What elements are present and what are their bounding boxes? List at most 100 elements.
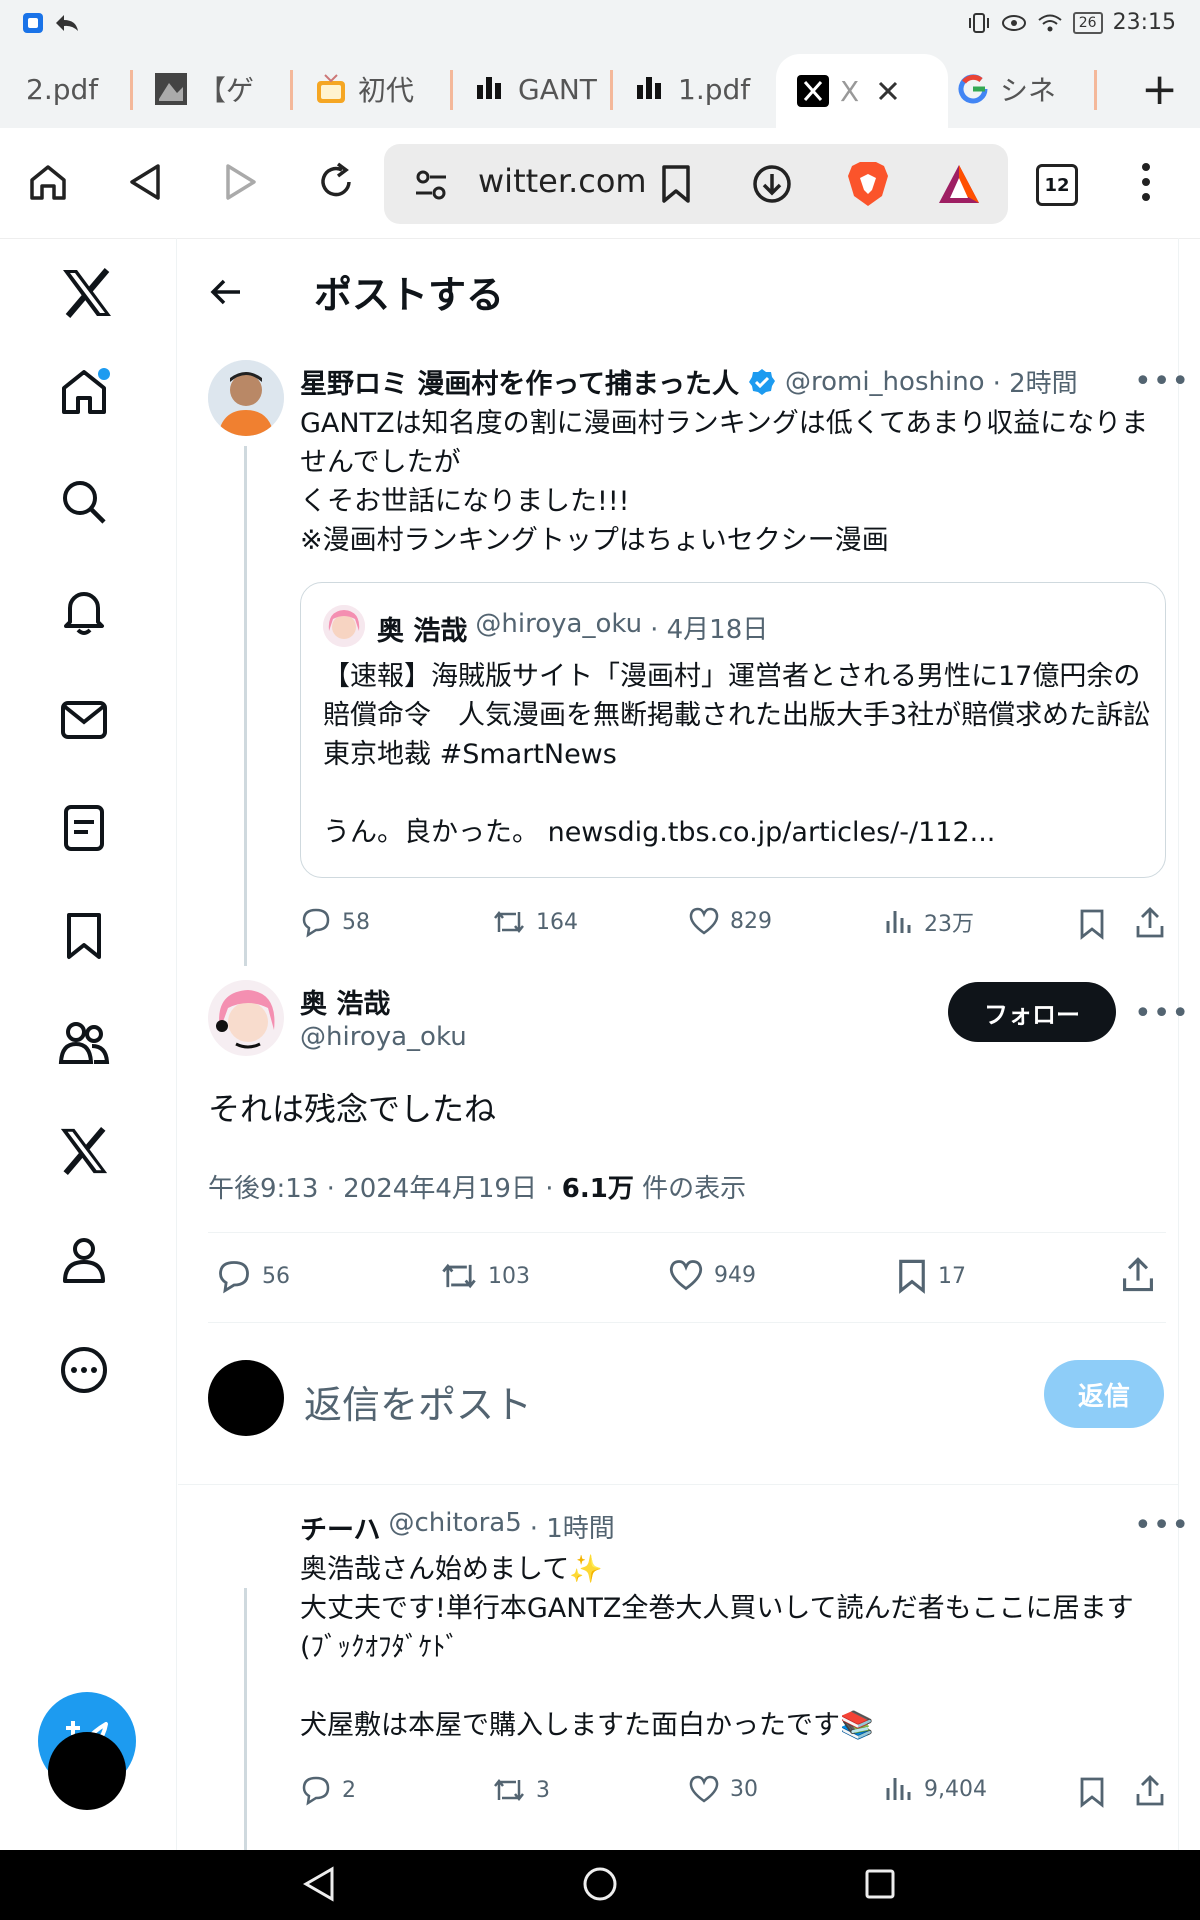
reply-input[interactable]: 返信をポスト [304, 1374, 532, 1429]
bookmark-icon[interactable] [660, 164, 692, 204]
tab-item[interactable]: 2.pdf [26, 50, 126, 128]
repost-action[interactable]: 3 [492, 1774, 550, 1806]
notifications-bell-icon[interactable] [58, 584, 110, 636]
reply-action[interactable]: 58 [300, 906, 370, 938]
avatar[interactable] [208, 980, 284, 1056]
view-count: 6.1万 [561, 1174, 634, 1204]
share-icon[interactable] [1134, 1774, 1166, 1808]
tab-item-active[interactable]: X [776, 54, 948, 128]
tab-item[interactable]: 【ゲ [154, 50, 284, 128]
back-arrow-icon[interactable] [208, 274, 244, 310]
google-icon [956, 72, 990, 106]
repost-action[interactable]: 103 [440, 1258, 530, 1294]
more-circle-icon[interactable] [58, 1344, 110, 1396]
post-text: 奥浩哉さん始めまして✨ 大丈夫です!単行本GANTZ全巻大人買いして読んだ者もこ… [300, 1554, 1134, 1741]
nav-home-icon[interactable] [582, 1866, 618, 1902]
bars-icon [474, 72, 508, 106]
thread-connector [244, 1588, 247, 1850]
post-text: それは残念でしたね [208, 1090, 497, 1128]
image-icon [154, 72, 188, 106]
quote-author-handle: @hiroya_oku [475, 609, 643, 639]
forward-icon[interactable] [220, 162, 260, 202]
post-timestamp[interactable]: 午後9:13 · 2024年4月19日 · [208, 1174, 562, 1204]
lists-icon[interactable] [58, 802, 110, 854]
post-detail-column: ポストする 星野ロミ 漫画村を作って捕まった人 @romi_hoshino · … [178, 238, 1189, 1850]
new-tab-button[interactable]: + [1141, 64, 1178, 115]
share-icon[interactable] [1120, 1256, 1156, 1294]
tab-switcher-button[interactable]: 12 [1036, 164, 1078, 206]
site-settings-icon[interactable] [414, 168, 448, 202]
views-action[interactable]: 23万 [884, 906, 974, 938]
tab-strip: 2.pdf 【ゲ 初代 GANT 1.pdf X シネ + [0, 50, 1200, 128]
home-icon[interactable] [58, 366, 110, 418]
brave-shield-icon[interactable] [846, 160, 890, 208]
brave-rewards-icon[interactable] [936, 162, 982, 206]
nav-recents-icon[interactable] [864, 1868, 896, 1900]
repost-count: 103 [488, 1263, 530, 1289]
share-icon[interactable] [1134, 906, 1166, 940]
messages-mail-icon[interactable] [58, 694, 110, 746]
repost-action[interactable]: 164 [492, 906, 578, 938]
author-handle[interactable]: @hiroya_oku [300, 1022, 467, 1052]
home-icon[interactable] [28, 162, 68, 202]
bookmark-icon[interactable] [1078, 908, 1106, 940]
menu-dots-icon[interactable] [1140, 162, 1152, 202]
reply-count: 58 [342, 909, 370, 935]
tab-item[interactable]: GANT [474, 50, 604, 128]
reply-submit-button[interactable]: 返信 [1044, 1360, 1164, 1428]
profile-icon[interactable] [58, 1234, 110, 1286]
views-action[interactable]: 9,404 [884, 1774, 987, 1804]
search-icon[interactable] [58, 476, 110, 528]
author-name[interactable]: 奥 浩哉 [300, 982, 390, 1021]
quote-time: · 4月18日 [650, 615, 769, 645]
like-action[interactable]: 829 [688, 906, 772, 936]
avatar[interactable] [208, 360, 284, 436]
more-options-icon[interactable]: ••• [1134, 1508, 1190, 1543]
more-options-icon[interactable]: ••• [1134, 364, 1190, 399]
x-logo-icon[interactable] [60, 268, 114, 318]
back-icon[interactable] [126, 162, 166, 202]
reload-icon[interactable] [316, 162, 356, 202]
author-name[interactable]: 星野ロミ 漫画村を作って捕まった人 [300, 362, 739, 401]
tab-item[interactable]: 1.pdf [634, 50, 764, 128]
repost-icon [440, 1258, 478, 1294]
premium-x-icon[interactable] [58, 1126, 110, 1176]
reply-icon [300, 1774, 332, 1806]
reply-icon [300, 906, 332, 938]
reply-action[interactable]: 2 [300, 1774, 356, 1806]
communities-icon[interactable] [58, 1018, 110, 1070]
like-action[interactable]: 949 [668, 1258, 756, 1292]
bookmark-action[interactable]: 17 [896, 1258, 966, 1294]
back-gesture-icon [54, 12, 80, 34]
like-action[interactable]: 30 [688, 1774, 758, 1804]
quote-author-name: 奥 浩哉 [377, 616, 468, 647]
tab-item[interactable]: 初代 [314, 50, 444, 128]
author-handle[interactable]: @romi_hoshino [785, 367, 985, 397]
author-name[interactable]: チーハ [300, 1508, 380, 1547]
tab-label: GANT [518, 72, 597, 106]
nav-back-icon[interactable] [302, 1866, 336, 1902]
repost-icon [492, 1774, 526, 1806]
verified-badge-icon [747, 367, 777, 397]
views-label: 件の表示 [633, 1174, 747, 1204]
bookmark-icon [896, 1258, 928, 1294]
address-bar[interactable]: witter.com [384, 144, 1008, 224]
more-options-icon[interactable]: ••• [1134, 996, 1190, 1031]
post-time[interactable]: · 1時間 [530, 1508, 615, 1547]
close-icon[interactable] [877, 80, 899, 102]
author-handle[interactable]: @chitora5 [388, 1508, 521, 1547]
post-time[interactable]: · 2時間 [993, 363, 1078, 400]
account-avatar[interactable] [48, 1732, 126, 1810]
like-count: 829 [730, 908, 772, 934]
post-meta: 午後9:13 · 2024年4月19日 · 6.1万 件の表示 [208, 1168, 746, 1205]
quote-text: 【速報】海賊版サイト「漫画村」運営者とされる男性に17億円余の賠償命令 人気漫画… [323, 661, 1151, 848]
heart-icon [668, 1258, 704, 1292]
download-icon[interactable] [752, 164, 792, 204]
follow-button[interactable]: フォロー [948, 982, 1116, 1042]
reply-action[interactable]: 56 [216, 1258, 290, 1294]
x-logo-icon [796, 74, 830, 108]
bookmarks-icon[interactable] [58, 910, 110, 962]
quoted-post[interactable]: 奥 浩哉 @hiroya_oku · 4月18日 【速報】海賊版サイト「漫画村」… [300, 582, 1166, 878]
bookmark-icon[interactable] [1078, 1776, 1106, 1808]
tab-item[interactable]: シネ [956, 50, 1076, 128]
